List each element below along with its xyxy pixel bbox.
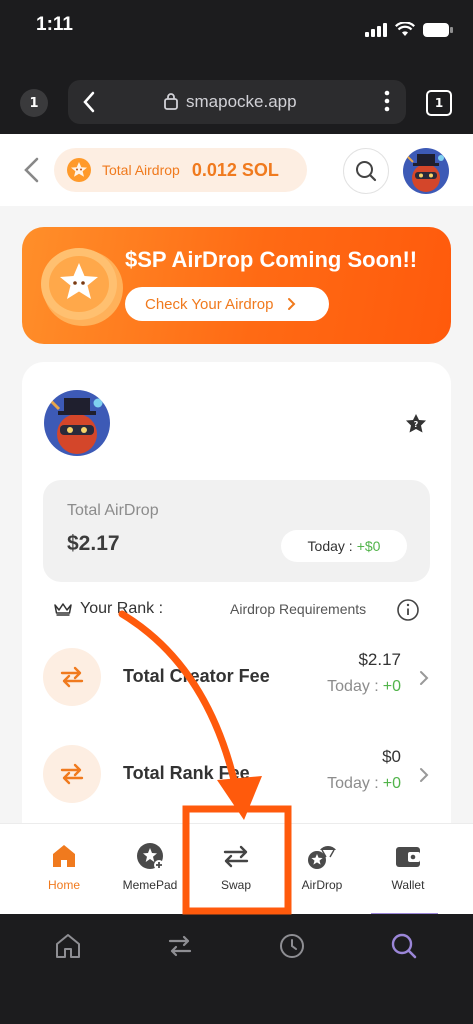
nav-memepad[interactable]: MemePad — [110, 840, 190, 900]
summary-value: $2.17 — [67, 532, 120, 555]
nav-home-label: Home — [47, 878, 80, 892]
nav-swap-label: Swap — [220, 878, 252, 892]
status-bar: 1:11 — [0, 0, 473, 66]
svg-text:?: ? — [414, 420, 419, 429]
back-chevron-icon[interactable] — [22, 156, 40, 184]
info-icon[interactable] — [396, 598, 420, 622]
help-star-icon[interactable]: ? — [403, 412, 429, 438]
chevron-right-icon — [420, 671, 429, 685]
tab-group-badge[interactable]: 1 — [20, 89, 48, 117]
today-label: Today : — [307, 538, 353, 554]
your-rank-label: Your Rank : — [80, 600, 164, 617]
summary-label: Total AirDrop — [67, 502, 159, 519]
history-icon[interactable] — [278, 932, 306, 960]
memepad-icon — [137, 843, 164, 870]
browser-toolbar: 1 smapocke.app 1 — [0, 66, 473, 134]
home-icon[interactable] — [54, 932, 82, 960]
status-icons — [365, 22, 453, 37]
nav-home[interactable]: Home — [24, 840, 104, 900]
tabs-button[interactable]: 1 — [426, 90, 452, 116]
fee-today: Today : +0 — [327, 775, 401, 793]
nav-wallet-label: Wallet — [391, 878, 425, 892]
chevron-right-icon — [420, 768, 429, 782]
fee-icon — [43, 648, 101, 706]
fee-today-value: +0 — [382, 775, 401, 792]
more-vertical-icon[interactable] — [384, 90, 390, 112]
fee-today: Today : +0 — [327, 678, 401, 696]
swap-icon — [223, 845, 249, 868]
nav-wallet[interactable]: Wallet — [368, 840, 448, 900]
nav-memepad-label: MemePad — [122, 878, 178, 892]
fee-row-rank[interactable]: Total Rank Fee $0 Today : +0 — [43, 745, 433, 809]
profile-avatar[interactable] — [403, 148, 449, 194]
wifi-icon — [395, 22, 415, 36]
total-airdrop-value: 0.012 SOL — [191, 159, 279, 180]
airdrop-requirements-link[interactable]: Airdrop Requirements — [230, 601, 366, 617]
fee-today-label: Today : — [327, 678, 379, 695]
star-coin-icon — [67, 158, 91, 182]
browser-back-icon[interactable] — [82, 91, 96, 113]
fee-value: $2.17 — [358, 650, 401, 669]
fee-today-label: Today : — [327, 775, 379, 792]
rank-row: Your Rank : Airdrop Requirements — [54, 598, 424, 626]
today-pill: Today : +$0 — [281, 530, 407, 562]
url-text: smapocke.app — [186, 92, 297, 111]
signal-icon — [365, 22, 387, 37]
check-airdrop-button[interactable]: Check Your Airdrop — [125, 287, 329, 321]
swap-arrows-icon — [60, 666, 84, 688]
check-airdrop-label: Check Your Airdrop — [145, 295, 274, 313]
search-icon[interactable] — [390, 932, 418, 960]
nav-swap[interactable]: Swap — [196, 840, 276, 900]
today-value: +$0 — [356, 538, 381, 554]
fee-title: Total Creator Fee — [123, 666, 270, 686]
address-bar[interactable]: smapocke.app — [68, 80, 406, 124]
star-coin-icon — [41, 248, 123, 326]
airdrop-icon — [308, 846, 336, 869]
fee-row-creator[interactable]: Total Creator Fee $2.17 Today : +0 — [43, 648, 433, 712]
battery-icon — [423, 22, 453, 37]
lock-icon — [164, 93, 178, 110]
switch-icon[interactable] — [166, 932, 194, 960]
status-time: 1:11 — [36, 14, 73, 35]
home-icon — [53, 845, 75, 867]
search-button[interactable] — [343, 148, 389, 194]
wallet-icon — [396, 847, 420, 867]
nav-airdrop[interactable]: AirDrop — [282, 840, 362, 900]
swap-arrows-icon — [60, 763, 84, 785]
user-avatar — [44, 390, 110, 456]
total-airdrop-chip[interactable]: Total Airdrop 0.012 SOL — [54, 148, 307, 192]
web-page: Total Airdrop 0.012 SOL $SP AirDrop Comi… — [0, 134, 473, 914]
total-airdrop-summary: Total AirDrop $2.17 Today : +$0 — [43, 480, 430, 582]
fee-icon — [43, 745, 101, 803]
fee-today-value: +0 — [382, 678, 401, 695]
search-icon — [356, 161, 377, 182]
avatar-image — [403, 148, 449, 194]
app-header: Total Airdrop 0.012 SOL — [0, 134, 473, 206]
fee-value: $0 — [382, 747, 401, 766]
total-airdrop-label: Total Airdrop — [102, 162, 180, 178]
browser-bottom-bar — [0, 914, 473, 1024]
airdrop-banner: $SP AirDrop Coming Soon!! Check Your Air… — [22, 227, 451, 344]
crown-icon — [54, 603, 72, 616]
fee-title: Total Rank Fee — [123, 763, 250, 783]
avatar-image — [44, 390, 110, 456]
chevron-right-icon — [288, 298, 296, 310]
app-bottom-nav: Home MemePad Swap AirDrop Wallet — [0, 823, 473, 914]
banner-title: $SP AirDrop Coming Soon!! — [125, 247, 418, 272]
nav-airdrop-label: AirDrop — [301, 878, 343, 892]
